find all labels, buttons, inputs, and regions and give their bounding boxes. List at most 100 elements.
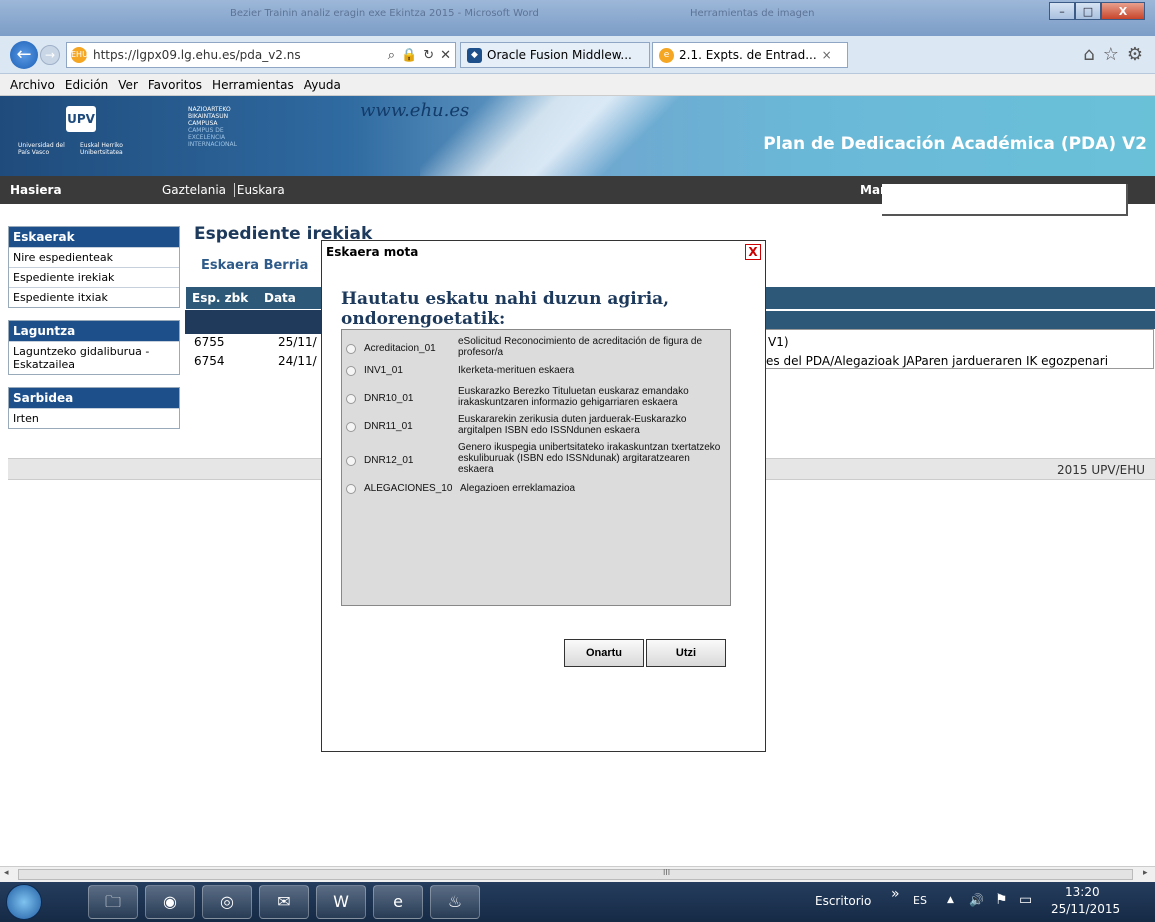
row-tail: es del PDA/Alegazioak JAParen jarduerare…	[766, 354, 1109, 368]
chevron-right-icon[interactable]: »	[891, 886, 900, 902]
radio-button[interactable]	[346, 344, 356, 354]
tray-expand-icon[interactable]: ▲	[947, 895, 954, 905]
maximize-button[interactable]: □	[1075, 2, 1101, 20]
clock-time[interactable]: 13:20	[1065, 885, 1100, 899]
forward-button[interactable]: →	[40, 45, 60, 65]
onartu-button[interactable]: Onartu	[564, 639, 644, 667]
java-icon[interactable]: ♨	[430, 885, 480, 919]
sidebar-item-gidaliburua[interactable]: Laguntzeko gidaliburua - Eskatzailea	[9, 341, 179, 374]
sidebar-sarbidea: Sarbidea Irten	[8, 387, 180, 429]
refresh-icon[interactable]: ↻	[423, 48, 434, 63]
system-tray: Escritorio » ES ▲ 🔊 ⚑ ▭ 13:20 25/11/2015	[815, 882, 1145, 922]
column-header-data[interactable]: Data	[264, 291, 296, 305]
menu-ayuda[interactable]: Ayuda	[304, 78, 341, 92]
lang-gaztelania-link[interactable]: Gaztelania	[162, 183, 226, 197]
site-banner: UPV Universidad del País Vasco Euskal He…	[0, 96, 1155, 176]
sidebar-eskaerak: Eskaerak Nire espedienteak Espediente ir…	[8, 226, 180, 308]
stop-icon[interactable]: ✕	[440, 48, 451, 63]
site-icon: EHU	[71, 47, 88, 63]
chrome-icon[interactable]: ◎	[202, 885, 252, 919]
tab-oracle[interactable]: ◆ Oracle Fusion Middlew...	[460, 42, 650, 68]
radio-button[interactable]	[346, 422, 356, 432]
language-indicator[interactable]: ES	[913, 894, 927, 907]
radio-button[interactable]	[346, 366, 356, 376]
back-button[interactable]: ←	[10, 41, 38, 69]
lang-euskara-link[interactable]: Euskara	[233, 183, 285, 197]
tab-expts[interactable]: e 2.1. Expts. de Entrad... ×	[652, 42, 848, 68]
window-title: Bezier Trainin analiz eragin exe Ekintza…	[230, 8, 539, 19]
option-dnr11[interactable]: DNR11_01 Euskararekin zerikusia duten ja…	[346, 414, 726, 436]
favorites-star-icon[interactable]: ☆	[1103, 44, 1119, 65]
volume-icon[interactable]: 🔊	[969, 893, 984, 907]
ie-icon[interactable]: e	[373, 885, 423, 919]
action-center-flag-icon[interactable]: ⚑	[995, 892, 1008, 908]
folder-icon[interactable]: 🗀	[88, 885, 138, 919]
new-request-link[interactable]: Eskaera Berria	[201, 258, 308, 273]
scrollbar-thumb[interactable]	[18, 869, 1133, 880]
university-logo[interactable]: UPV Universidad del País Vasco Euskal He…	[18, 106, 158, 166]
radio-button[interactable]	[346, 394, 356, 404]
menu-archivo[interactable]: Archivo	[10, 78, 55, 92]
option-dnr10[interactable]: DNR10_01 Euskarazko Berezko Tituluetan e…	[346, 386, 726, 408]
column-header-espzbk[interactable]: Esp. zbk	[192, 291, 248, 305]
scroll-left-icon[interactable]: ◂	[4, 868, 9, 878]
row-id: 6755	[194, 335, 225, 349]
horizontal-scrollbar[interactable]: ◂ III ▸	[0, 866, 1155, 882]
menu-bar: Archivo Edición Ver Favoritos Herramient…	[0, 74, 1155, 96]
campus-line: CAMPUSA	[188, 120, 218, 127]
option-alegaciones[interactable]: ALEGACIONES_10 Alegazioen erreklamazioa	[346, 482, 726, 496]
scroll-right-icon[interactable]: ▸	[1143, 868, 1148, 878]
menu-favoritos[interactable]: Favoritos	[148, 78, 202, 92]
campus-line: INTERNACIONAL	[188, 141, 237, 148]
minimize-button[interactable]: –	[1049, 2, 1075, 20]
sidebar-header: Eskaerak	[9, 227, 179, 247]
lock-icon[interactable]: 🔒	[401, 48, 417, 63]
row-date: 25/11/	[278, 335, 317, 349]
option-description: Alegazioen erreklamazioa	[460, 483, 576, 494]
campus-line: CAMPUS DE	[188, 127, 224, 134]
tab-close-icon[interactable]: ×	[822, 48, 832, 62]
sidebar-header: Sarbidea	[9, 388, 179, 408]
row-tail: V1)	[768, 335, 789, 349]
utzi-button[interactable]: Utzi	[646, 639, 726, 667]
url-text: https://lgpx09.lg.ehu.es/pda_v2.ns	[93, 48, 301, 62]
www-label: www.ehu.es	[360, 100, 470, 121]
desktop-toolbar-label[interactable]: Escritorio	[815, 894, 871, 908]
clock-date[interactable]: 25/11/2015	[1051, 902, 1120, 916]
option-code: DNR11_01	[364, 421, 413, 432]
menu-edicion[interactable]: Edición	[65, 78, 108, 92]
dialog-heading-line: Hautatu eskatu nahi duzun agiria,	[341, 289, 670, 309]
menu-ver[interactable]: Ver	[118, 78, 138, 92]
radio-button[interactable]	[346, 484, 356, 494]
option-dnr12[interactable]: DNR12_01 Genero ikuspegia unibertsitatek…	[346, 442, 726, 476]
start-button[interactable]	[6, 884, 42, 920]
firefox-icon[interactable]: ◉	[145, 885, 195, 919]
address-bar[interactable]: EHU https://lgpx09.lg.ehu.es/pda_v2.ns ⌕…	[66, 42, 456, 68]
sidebar-item-irten[interactable]: Irten	[9, 408, 179, 428]
search-icon[interactable]: ⌕	[388, 48, 395, 63]
campus-label: NAZIOARTEKO BIKAINTASUN CAMPUSA CAMPUS D…	[188, 106, 237, 148]
word-icon[interactable]: W	[316, 885, 366, 919]
nav-home-link[interactable]: Hasiera	[10, 183, 62, 197]
option-acreditacion[interactable]: Acreditacion_01 eSolicitud Reconocimient…	[346, 336, 726, 358]
option-inv1[interactable]: INV1_01 Ikerketa-merituen eskaera	[346, 364, 726, 378]
settings-gear-icon[interactable]: ⚙	[1127, 44, 1143, 65]
close-window-button[interactable]: X	[1101, 2, 1145, 20]
dialog-close-icon[interactable]: X	[745, 244, 761, 260]
sidebar-item-espediente-irekiak[interactable]: Espediente irekiak	[9, 267, 179, 287]
redacted-bar	[185, 310, 321, 334]
network-icon[interactable]: ▭	[1019, 892, 1032, 908]
option-code: INV1_01	[364, 365, 403, 376]
sidebar-item-nire-espedienteak[interactable]: Nire espedienteak	[9, 247, 179, 267]
redacted-area	[882, 184, 1128, 216]
row-id: 6754	[194, 354, 225, 368]
ehu-icon: e	[659, 47, 674, 63]
home-icon[interactable]: ⌂	[1083, 44, 1094, 65]
menu-herramientas[interactable]: Herramientas	[212, 78, 294, 92]
dialog-title: Eskaera mota	[326, 245, 419, 259]
campus-line: EXCELENCIA	[188, 134, 226, 141]
sidebar-item-espediente-itxiak[interactable]: Espediente itxiak	[9, 287, 179, 307]
radio-button[interactable]	[346, 456, 356, 466]
mail-icon[interactable]: ✉	[259, 885, 309, 919]
option-description: Euskarazko Berezko Tituluetan euskaraz e…	[458, 386, 689, 408]
